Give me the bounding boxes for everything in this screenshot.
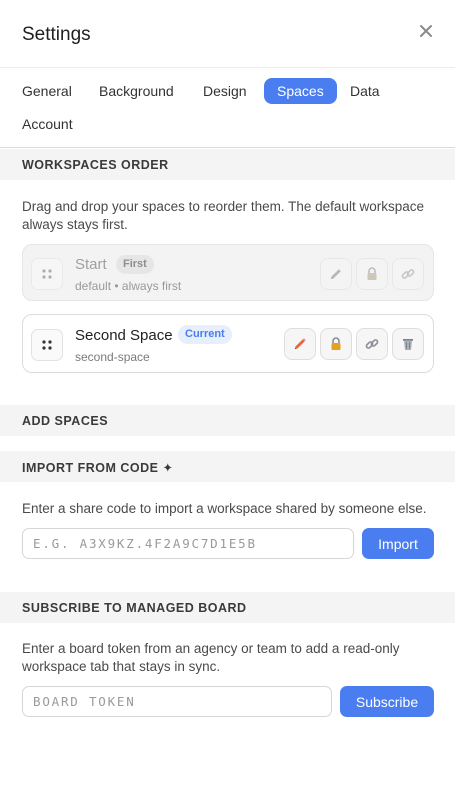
section-heading: SUBSCRIBE TO MANAGED BOARD xyxy=(22,601,247,615)
drag-handle-icon xyxy=(31,258,63,290)
tab-spaces[interactable]: Spaces xyxy=(264,78,337,104)
section-import-from-code: IMPORT FROM CODE ✦ xyxy=(0,451,455,482)
close-icon[interactable] xyxy=(416,21,436,41)
section-heading: WORKSPACES ORDER xyxy=(22,158,169,172)
first-badge: First xyxy=(116,255,154,274)
lock-icon[interactable] xyxy=(320,328,352,360)
tab-account[interactable]: Account xyxy=(22,111,73,137)
lock-icon xyxy=(356,258,388,290)
import-button[interactable]: Import xyxy=(362,528,434,559)
section-workspaces-order: WORKSPACES ORDER xyxy=(0,149,455,180)
link-icon[interactable] xyxy=(356,328,388,360)
drag-handle-icon[interactable] xyxy=(31,329,63,361)
section-heading: ADD SPACES xyxy=(22,414,109,428)
subscribe-description: Enter a board token from an agency or te… xyxy=(22,641,400,674)
settings-header: Settings xyxy=(0,0,455,68)
tab-general[interactable]: General xyxy=(22,78,72,104)
settings-tabs: General Background Design Spaces Data Ac… xyxy=(0,68,455,148)
space-card-start: Start First default • always first xyxy=(22,244,434,301)
section-add-spaces: ADD SPACES xyxy=(0,405,455,436)
trash-icon[interactable] xyxy=(392,328,424,360)
space-name: Second Space xyxy=(75,327,173,344)
space-name: Start xyxy=(75,256,107,273)
page-title: Settings xyxy=(22,24,91,45)
edit-pencil-icon[interactable] xyxy=(284,328,316,360)
space-actions xyxy=(284,328,424,360)
link-icon xyxy=(392,258,424,290)
space-slug: default • always first xyxy=(75,279,182,293)
subscribe-button[interactable]: Subscribe xyxy=(340,686,434,717)
board-token-input[interactable] xyxy=(22,686,332,717)
share-code-input[interactable] xyxy=(22,528,354,559)
tab-data[interactable]: Data xyxy=(350,78,380,104)
import-description: Enter a share code to import a workspace… xyxy=(22,501,427,516)
section-subscribe: SUBSCRIBE TO MANAGED BOARD xyxy=(0,592,455,623)
space-actions xyxy=(320,258,424,290)
current-badge: Current xyxy=(178,325,232,344)
tab-background[interactable]: Background xyxy=(99,78,174,104)
workspaces-order-description: Drag and drop your spaces to reorder the… xyxy=(22,199,424,232)
space-slug: second-space xyxy=(75,350,150,364)
tab-design[interactable]: Design xyxy=(203,78,247,104)
edit-pencil-icon xyxy=(320,258,352,290)
space-card-second[interactable]: Second Space Current second-space xyxy=(22,314,434,373)
section-heading: IMPORT FROM CODE ✦ xyxy=(22,461,174,475)
